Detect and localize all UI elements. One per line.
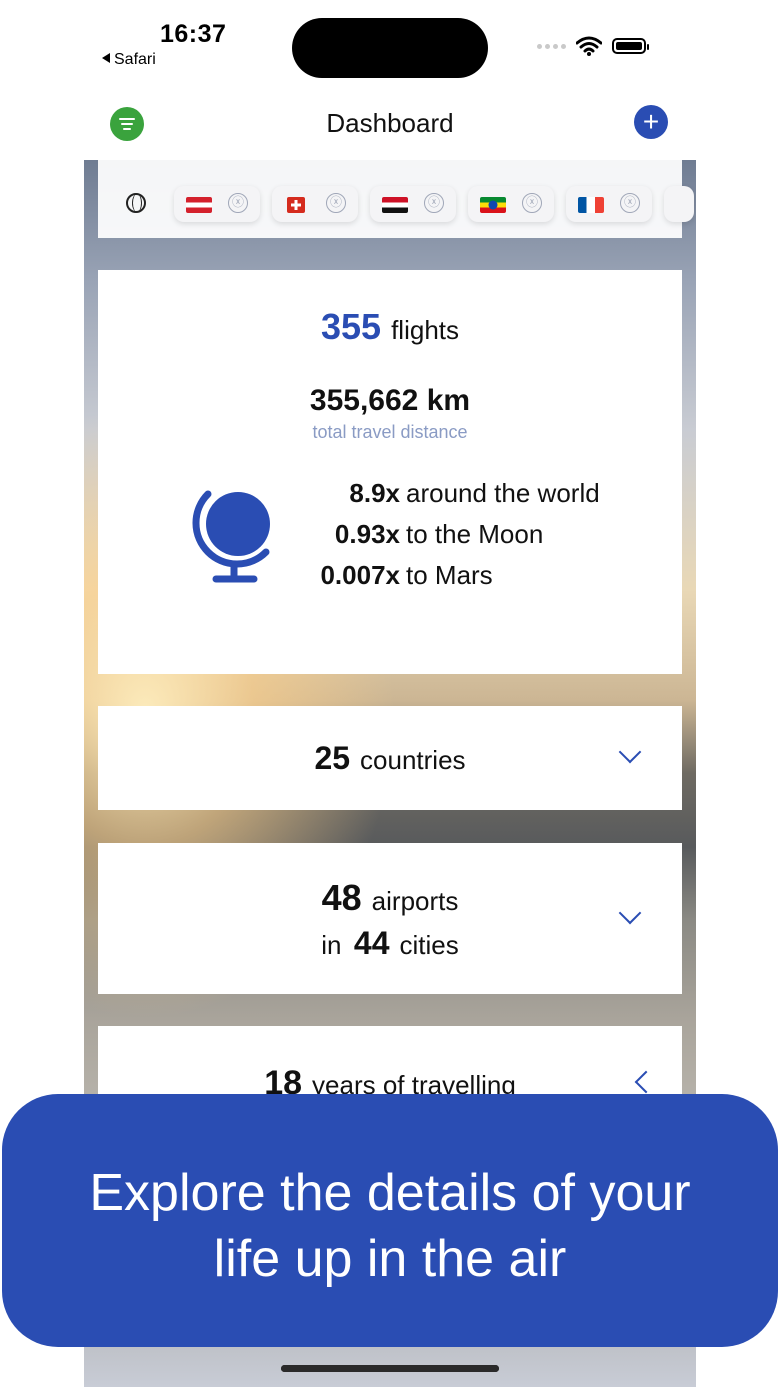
- countries-label: countries: [360, 745, 466, 775]
- caption-line-1: Explore the details of your: [89, 1164, 691, 1222]
- total-distance-label: total travel distance: [312, 422, 468, 442]
- dynamic-island: [292, 18, 488, 78]
- airports-card[interactable]: 48 airports in 44 cities: [98, 843, 682, 994]
- cities-summary: in 44 cities: [98, 925, 682, 962]
- airports-count: 48: [321, 877, 362, 918]
- cellular-signal-icon: [537, 43, 566, 49]
- countries-summary: 25 countries: [98, 740, 682, 777]
- status-time: 16:37: [160, 20, 227, 48]
- nav-bar: Dashboard +: [84, 90, 696, 160]
- caption-line-2: life up in the air: [213, 1230, 567, 1288]
- total-distance: 355,662 km: [309, 384, 471, 417]
- cities-label: cities: [399, 930, 459, 960]
- page-title: Dashboard: [326, 108, 454, 138]
- ethiopia-flag-icon: [480, 197, 506, 213]
- in-label: in: [321, 930, 342, 960]
- austria-flag-icon: [186, 197, 212, 213]
- home-indicator-bar[interactable]: [281, 1365, 499, 1372]
- comparison-world: 8.9x around the world: [268, 478, 628, 512]
- flights-label: flights: [391, 315, 459, 345]
- caption-text: Explore the details of your life up in t…: [2, 1160, 778, 1292]
- remove-filter-icon[interactable]: ⓧ: [326, 193, 346, 213]
- remove-filter-icon[interactable]: ⓧ: [620, 193, 640, 213]
- airports-label: airports: [371, 886, 459, 916]
- filter-chip-switzerland[interactable]: ⓧ: [272, 186, 358, 222]
- comparison-label: around the world: [406, 478, 600, 508]
- country-filter-bar: ⓧ ⓧ ⓧ ⓧ ⓧ: [98, 160, 694, 238]
- comparison-mars: 0.007x to Mars: [268, 560, 628, 594]
- back-to-safari[interactable]: Safari: [102, 51, 156, 69]
- comparison-value: 0.93x: [334, 519, 400, 549]
- filter-chip-austria[interactable]: ⓧ: [174, 186, 260, 222]
- globe-icon[interactable]: [126, 193, 146, 213]
- remove-filter-icon[interactable]: ⓧ: [228, 193, 248, 213]
- countries-card[interactable]: 25 countries: [98, 706, 682, 810]
- comparison-label: to Mars: [406, 560, 493, 590]
- comparison-moon: 0.93x to the Moon: [268, 519, 628, 553]
- battery-icon: [612, 38, 649, 54]
- plus-icon: +: [642, 106, 660, 137]
- flight-stats-card: 355 flights 355,662 km total travel dista…: [98, 270, 682, 674]
- countries-count: 25: [314, 740, 351, 776]
- filter-chip-ethiopia[interactable]: ⓧ: [468, 186, 554, 222]
- comparison-value: 8.9x: [349, 478, 400, 508]
- back-arrow-icon: [102, 53, 110, 63]
- remove-filter-icon[interactable]: ⓧ: [424, 193, 444, 213]
- promo-caption: Explore the details of your life up in t…: [2, 1094, 778, 1347]
- remove-filter-icon[interactable]: ⓧ: [522, 193, 542, 213]
- wifi-icon: [576, 36, 602, 56]
- filter-chip-france[interactable]: ⓧ: [566, 186, 652, 222]
- egypt-flag-icon: [382, 197, 408, 213]
- comparison-value: 0.007x: [320, 560, 400, 590]
- globe-stand-icon: [192, 490, 270, 583]
- comparison-label: to the Moon: [406, 519, 544, 549]
- switzerland-flag-icon: [287, 197, 305, 213]
- cities-count: 44: [353, 925, 390, 961]
- filter-chip-partial[interactable]: [664, 186, 694, 222]
- airports-summary: 48 airports: [98, 877, 682, 919]
- flights-count: 355: [321, 306, 382, 347]
- filter-chip-egypt[interactable]: ⓧ: [370, 186, 456, 222]
- back-label: Safari: [114, 51, 156, 68]
- france-flag-icon: [578, 197, 604, 213]
- status-indicators: [537, 36, 649, 56]
- flights-summary: 355 flights: [98, 306, 682, 348]
- add-flight-button[interactable]: +: [634, 105, 668, 139]
